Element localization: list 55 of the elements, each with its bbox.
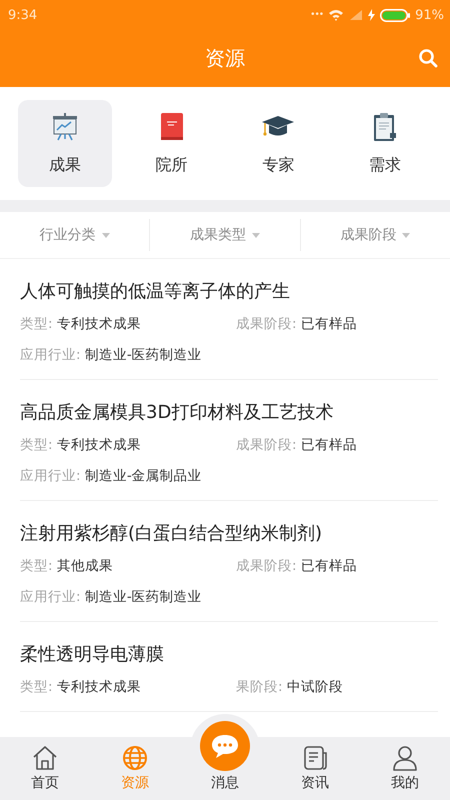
result-title[interactable]: 注射用紫杉醇(白蛋白结合型纳米制剂) xyxy=(20,521,438,545)
home-icon xyxy=(32,745,58,771)
field-label: 类型: xyxy=(20,437,53,453)
tab-bar-item[interactable]: 首页 xyxy=(0,737,90,800)
field-label: 应用行业: xyxy=(20,468,81,484)
dropdown-caret-icon xyxy=(102,232,110,238)
chat-bubble-icon xyxy=(200,721,250,771)
field-value: 已有样品 xyxy=(300,558,357,574)
field-label: 应用行业: xyxy=(20,589,81,605)
field-value: 专利技术成果 xyxy=(56,437,141,453)
user-icon xyxy=(392,745,418,771)
field-value: 中试阶段 xyxy=(286,679,343,695)
notification-dots: ••• xyxy=(310,10,324,20)
field-label: 成果阶段: xyxy=(236,316,297,332)
globe-icon xyxy=(122,745,148,771)
search-button[interactable] xyxy=(416,46,440,70)
field-value: 已有样品 xyxy=(300,316,357,332)
field-value: 专利技术成果 xyxy=(56,316,141,332)
book-icon xyxy=(158,111,185,143)
field-value: 制造业-医药制造业 xyxy=(84,347,202,363)
field-value: 其他成果 xyxy=(56,558,113,574)
battery-percent: 91% xyxy=(415,8,444,22)
presentation-board-icon xyxy=(50,111,80,143)
dropdown-caret-icon xyxy=(252,232,260,238)
wifi-icon xyxy=(328,9,344,21)
field-label: 成果阶段: xyxy=(236,558,297,574)
field-label: 果阶段: xyxy=(236,679,283,695)
field-label: 类型: xyxy=(20,558,53,574)
signal-icon xyxy=(349,10,364,20)
result-title[interactable]: 柔性透明导电薄膜 xyxy=(20,642,438,666)
category-tab[interactable]: 院所 xyxy=(124,100,219,187)
result-title[interactable]: 高品质金属模具3D打印材料及工艺技术 xyxy=(20,400,438,424)
tab-bar-item[interactable]: 资讯 xyxy=(270,737,360,800)
field-label: 成果阶段: xyxy=(236,437,297,453)
field-label: 应用行业: xyxy=(20,347,81,363)
field-value: 专利技术成果 xyxy=(56,679,141,695)
field-value: 已有样品 xyxy=(300,437,357,453)
dropdown-caret-icon xyxy=(402,232,410,238)
field-label: 类型: xyxy=(20,679,53,695)
category-tab[interactable]: 专家 xyxy=(231,100,326,187)
document-icon xyxy=(302,745,328,771)
status-time: 9:34 xyxy=(8,8,38,22)
field-value: 制造业-医药制造业 xyxy=(84,589,202,605)
field-label: 类型: xyxy=(20,316,53,332)
search-icon xyxy=(418,48,438,68)
field-value: 制造业-金属制品业 xyxy=(84,468,202,484)
battery-icon xyxy=(380,8,410,22)
tab-bar-item[interactable]: 我的 xyxy=(360,737,450,800)
page-title: 资源 xyxy=(205,45,245,72)
charging-icon xyxy=(368,9,376,21)
tab-bar-item[interactable]: 消息 xyxy=(180,715,270,800)
result-title[interactable]: 人体可触摸的低温等离子体的产生 xyxy=(20,279,438,303)
category-tab[interactable]: 成果 xyxy=(18,100,112,187)
category-tab[interactable]: 需求 xyxy=(338,100,432,187)
clipboard-icon xyxy=(372,111,398,143)
